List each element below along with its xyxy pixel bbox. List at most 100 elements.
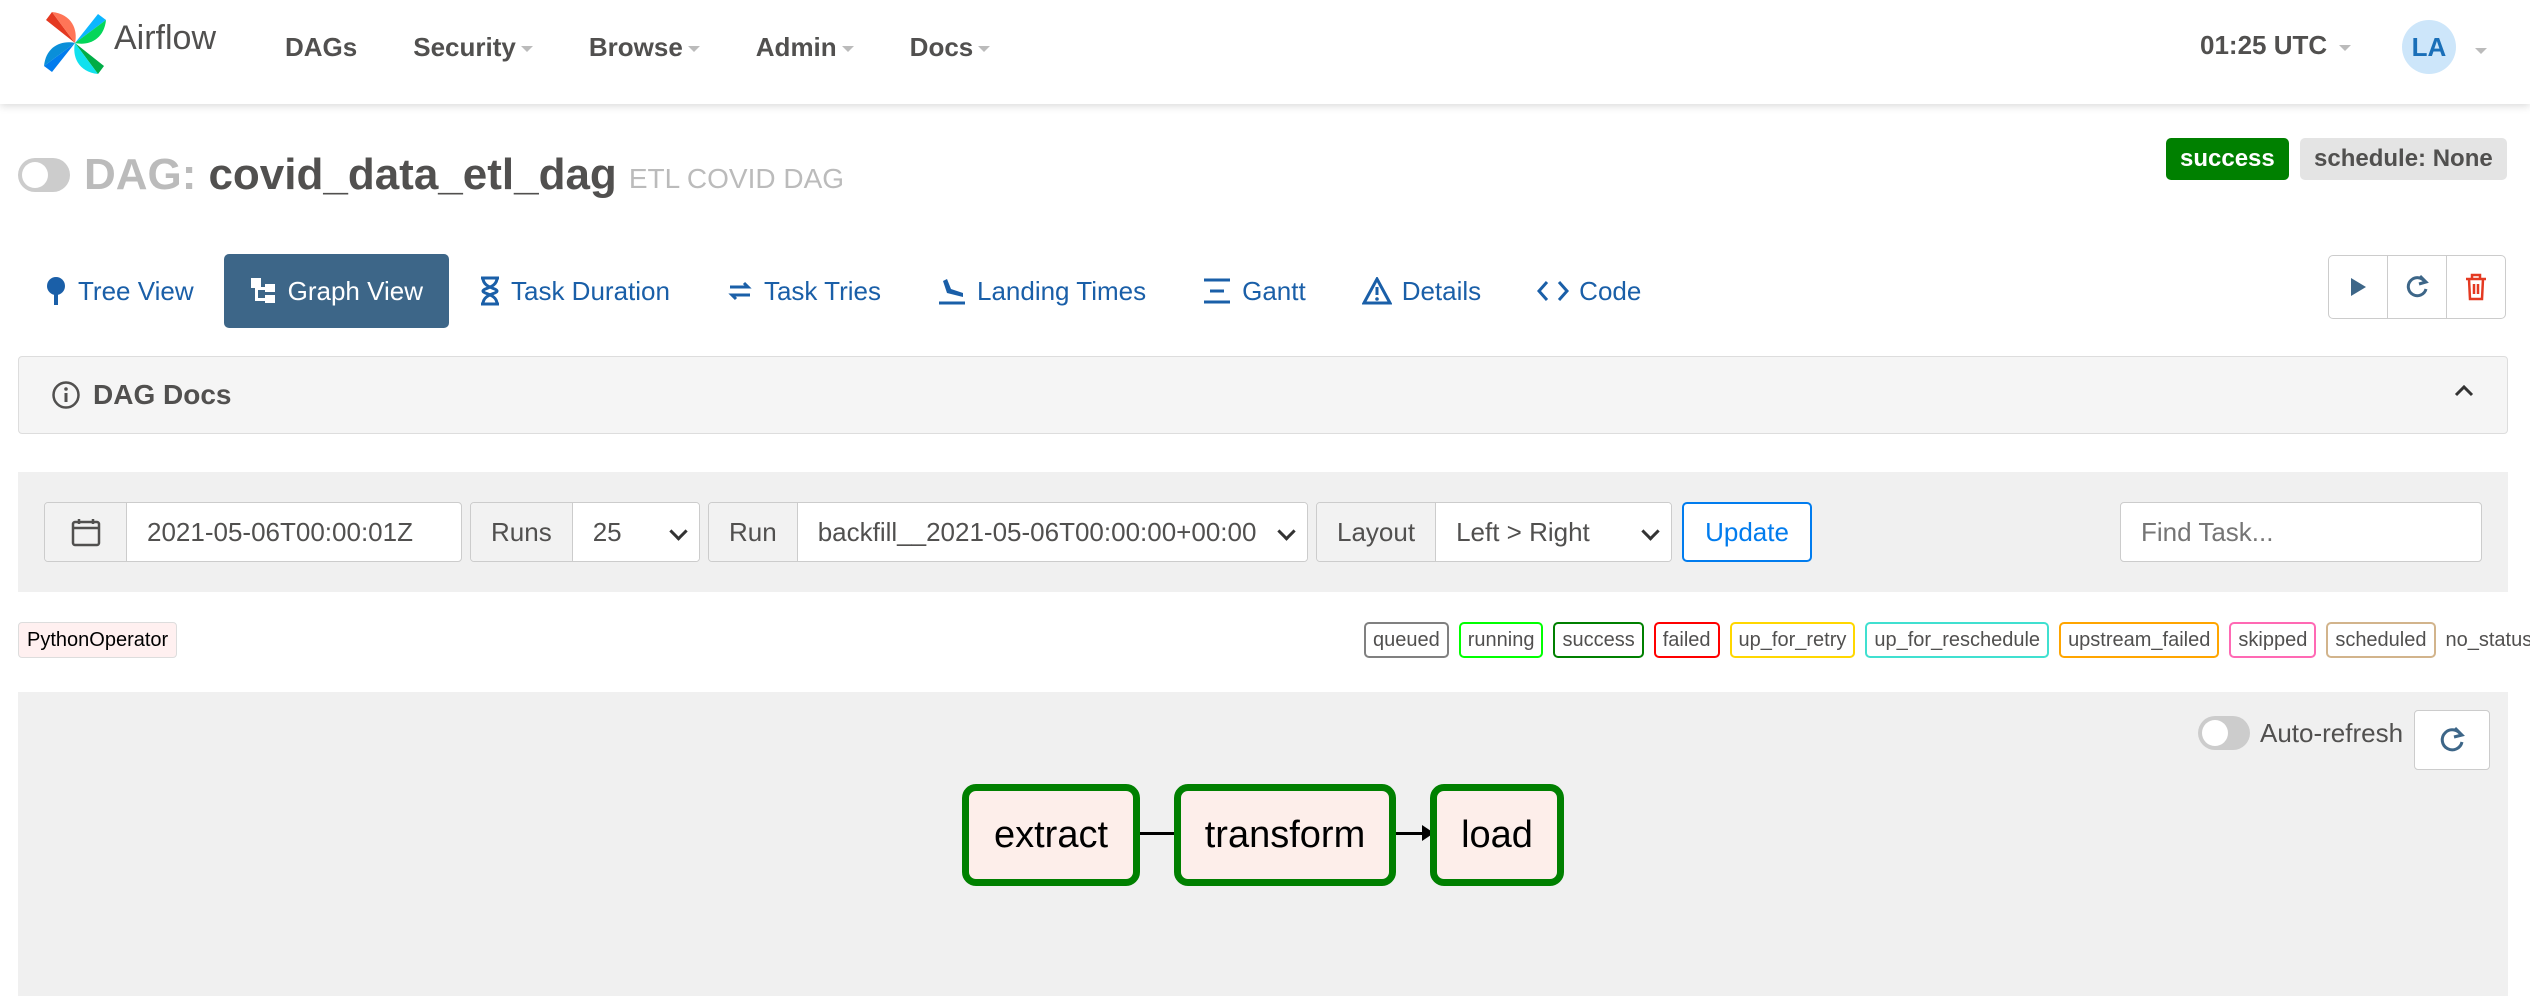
trigger-dag-button[interactable] [2328,255,2388,319]
run-label: Run [709,503,798,561]
user-initials: LA [2411,31,2447,62]
dag-pause-toggle[interactable] [18,158,70,192]
refresh-graph-button[interactable] [2414,710,2490,770]
nav-dags[interactable]: DAGs [285,32,357,63]
nav-admin[interactable]: Admin [756,32,854,63]
chevron-up-icon[interactable] [2453,383,2475,402]
info-icon [51,380,81,410]
refresh-icon [2440,726,2465,752]
tab-code[interactable]: Code [1511,254,1667,328]
dag-actions [2328,255,2506,319]
landing-icon [937,277,967,305]
view-tabs: Tree View Graph View Task Duration Task … [18,254,1671,328]
date-picker-group: 2021-05-06T00:00:01Z [44,502,462,562]
clock-dropdown[interactable]: 01:25 UTC [2200,30,2352,61]
dag-id: covid_data_etl_dag [208,150,617,199]
refresh-dag-button[interactable] [2387,255,2447,319]
hourglass-icon [479,276,501,306]
layout-select[interactable]: Left > Right [1436,503,1671,561]
run-select[interactable]: backfill__2021-05-06T00:00:00+00:00 [797,503,1307,561]
caret-down-icon [687,46,700,52]
tab-label: Task Tries [763,275,881,306]
state-success[interactable]: success [1553,622,1644,658]
dag-description: ETL COVID DAG [628,163,845,194]
tab-graph-view[interactable]: Graph View [223,254,449,328]
task-node-load[interactable]: load [1430,784,1564,886]
auto-refresh-toggle-group: Auto-refresh [2198,716,2403,750]
state-failed[interactable]: failed [1653,622,1720,658]
execution-date-input[interactable]: 2021-05-06T00:00:01Z [127,503,433,561]
nav-security-label: Security [413,31,516,62]
layout-label: Layout [1317,503,1437,561]
tab-details[interactable]: Details [1336,254,1507,328]
navbar: Airflow DAGs Security Browse Admin Docs … [0,0,2530,104]
code-icon [1537,279,1570,303]
tree-icon [44,276,68,306]
status-badge[interactable]: success [2166,138,2289,180]
brand-link[interactable]: Airflow [42,10,216,76]
tab-label: Gantt [1242,275,1306,306]
tab-task-duration[interactable]: Task Duration [453,254,696,328]
schedule-badge: schedule: None [2300,138,2507,180]
nav-browse[interactable]: Browse [589,32,700,63]
nav-docs[interactable]: Docs [910,32,991,63]
dag-title-row: DAG: covid_data_etl_dag ETL COVID DAG [18,150,844,200]
tab-label: Code [1579,275,1642,306]
nav-docs-label: Docs [909,31,974,62]
edge-transform-load [1396,825,1434,841]
state-upstream-failed[interactable]: upstream_failed [2059,622,2220,658]
caret-down-icon [2339,44,2352,51]
operator-legend: PythonOperator [18,622,178,658]
play-icon [2351,278,2366,296]
dag-docs-title: DAG Docs [93,379,232,410]
update-button[interactable]: Update [1682,502,1812,562]
delete-dag-button[interactable] [2446,255,2506,319]
state-skipped[interactable]: skipped [2229,622,2317,658]
tab-landing-times[interactable]: Landing Times [911,254,1172,328]
state-no-status[interactable]: no_status [2446,622,2530,658]
nav-dags-label: DAGs [285,31,358,62]
runs-label: Runs [471,503,573,561]
caret-down-icon[interactable] [2475,48,2487,54]
layout-group: Layout Left > Right [1316,502,1672,562]
task-node-transform[interactable]: transform [1174,784,1396,886]
tab-label: Task Duration [510,275,670,306]
graph-filter-bar: 2021-05-06T00:00:01Z Runs 25 Run backfil… [18,472,2508,592]
main-nav: DAGs Security Browse Admin Docs [285,0,1046,94]
dag-docs-panel[interactable]: DAG Docs [18,356,2508,434]
nav-security[interactable]: Security [413,32,533,63]
state-up-for-retry[interactable]: up_for_retry [1729,622,1856,658]
tab-label: Tree View [78,275,194,306]
find-task-input[interactable] [2120,502,2482,562]
tab-task-tries[interactable]: Task Tries [700,254,907,328]
state-scheduled[interactable]: scheduled [2326,622,2436,658]
clock-time: 01:25 UTC [2200,30,2328,60]
refresh-icon [2406,274,2429,298]
caret-down-icon [978,46,991,52]
auto-refresh-label: Auto-refresh [2260,717,2404,748]
caret-down-icon [520,46,533,52]
calendar-icon[interactable] [45,503,127,561]
tab-label: Details [1401,275,1482,306]
airflow-logo-icon [44,12,106,74]
task-node-extract[interactable]: extract [962,784,1140,886]
user-avatar[interactable]: LA [2402,20,2456,74]
state-queued[interactable]: queued [1364,622,1449,658]
retry-icon [726,277,754,305]
graph-canvas[interactable]: Auto-refresh extract transform load [18,692,2508,996]
tab-label: Graph View [287,275,423,306]
dag-label: DAG: [84,150,197,199]
state-up-for-reschedule[interactable]: up_for_reschedule [1865,622,2050,658]
trash-icon [2466,273,2486,301]
warning-triangle-icon [1361,277,1392,305]
nav-browse-label: Browse [588,31,683,62]
auto-refresh-toggle[interactable] [2198,716,2250,750]
graph-icon [250,277,278,305]
runs-select[interactable]: 25 [572,503,699,561]
brand-name: Airflow [114,18,217,57]
tab-gantt[interactable]: Gantt [1176,254,1332,328]
tab-tree-view[interactable]: Tree View [18,254,220,328]
caret-down-icon [841,46,854,52]
state-running[interactable]: running [1458,622,1544,658]
nav-admin-label: Admin [755,31,837,62]
